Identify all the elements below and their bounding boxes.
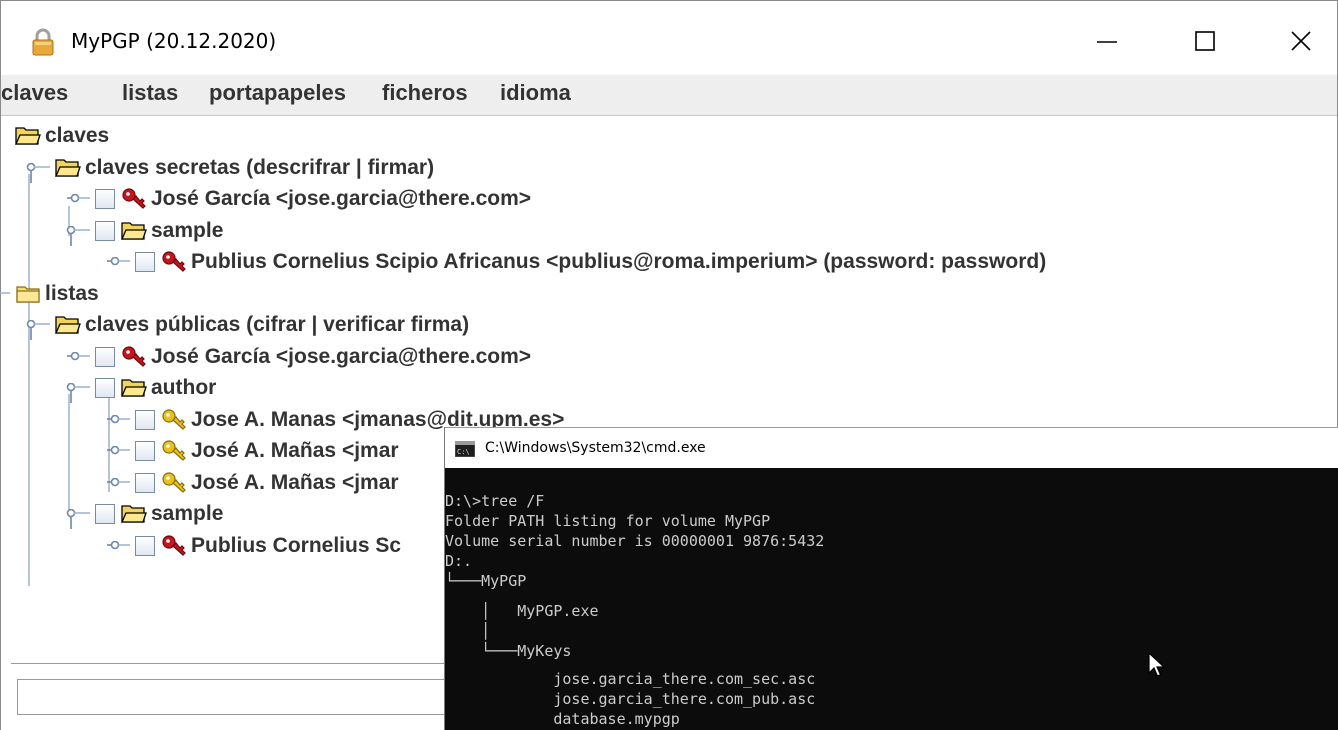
console-icon: C:\ [455, 441, 475, 457]
tree-node-label: Publius Cornelius Sc [191, 533, 402, 557]
expanded-handle-icon[interactable] [66, 225, 96, 253]
collapsed-handle-icon[interactable] [0, 289, 16, 316]
collapsed-handle-icon[interactable] [106, 414, 136, 442]
red-key-icon [121, 188, 147, 215]
collapsed-handle-icon[interactable] [66, 193, 96, 221]
collapsed-handle-icon[interactable] [106, 540, 136, 568]
open-folder-icon [54, 157, 81, 184]
cmd-line: database.mypgp [445, 710, 680, 728]
cmd-line: └───MyKeys [445, 642, 572, 660]
tree-node-label: José A. Mañas <jmar [191, 439, 399, 462]
tree-node-label: José García <jose.garcia@there.com> [151, 344, 532, 368]
minimize-button[interactable] [1084, 17, 1130, 63]
cmd-title: C:\Windows\System32\cmd.exe [485, 440, 706, 456]
node-checkbox[interactable] [135, 441, 155, 461]
node-checkbox[interactable] [95, 378, 115, 398]
cmd-line: jose.garcia_there.com_sec.asc [445, 670, 816, 688]
tree-node-label: author [151, 376, 217, 399]
open-folder-icon [120, 503, 147, 530]
cmd-line: D:. [445, 552, 473, 570]
menu-listas[interactable]: listas [122, 80, 178, 106]
maximize-icon [1195, 31, 1215, 51]
maximize-button[interactable] [1182, 17, 1228, 63]
status-field[interactable] [17, 679, 447, 715]
tree-node-label: José A. Mañas <jmar [191, 470, 399, 494]
tree-node-label: José García <jose.garcia@there.com> [151, 187, 532, 210]
node-checkbox[interactable] [95, 346, 115, 367]
collapsed-handle-icon[interactable] [106, 445, 136, 473]
closed-folder-icon [15, 283, 41, 310]
close-icon [1291, 31, 1311, 51]
red-key-icon [121, 345, 147, 373]
cmd-line: jose.garcia_there.com_pub.asc [445, 690, 816, 708]
expanded-handle-icon[interactable] [26, 162, 56, 190]
node-checkbox[interactable] [95, 189, 115, 209]
menu-idioma[interactable]: idioma [500, 80, 571, 106]
tree-node-label: sample [151, 218, 224, 242]
cmd-line: Folder PATH listing for volume MyPGP [445, 512, 771, 530]
open-folder-icon [54, 314, 81, 341]
node-checkbox[interactable] [135, 409, 155, 430]
node-checkbox[interactable] [95, 220, 115, 241]
collapsed-handle-icon[interactable] [106, 256, 136, 284]
tree-node-label: claves secretas (descrifrar | firmar) [85, 155, 435, 179]
expanded-handle-icon[interactable] [66, 382, 96, 410]
open-folder-icon [120, 377, 147, 404]
yellow-key-icon [161, 440, 187, 467]
node-checkbox[interactable] [135, 252, 155, 272]
close-button[interactable] [1278, 17, 1324, 63]
collapsed-handle-icon[interactable] [106, 477, 136, 505]
open-folder-icon [120, 220, 147, 247]
cmd-output[interactable]: D:\>tree /F Folder PATH listing for volu… [445, 467, 1338, 730]
yellow-key-icon [161, 408, 187, 436]
tree-node-label: listas [45, 281, 99, 305]
title-bar[interactable]: MyPGP (20.12.2020) [1, 1, 1337, 83]
collapsed-handle-icon[interactable] [66, 351, 96, 379]
tree-node-label: claves [45, 124, 110, 147]
cmd-line: D:\>tree /F [445, 492, 545, 510]
node-checkbox[interactable] [95, 504, 115, 524]
tree-node-label: Publius Cornelius Scipio Africanus <publ… [191, 250, 1047, 273]
window-title: MyPGP (20.12.2020) [71, 29, 277, 53]
cmd-line: Volume serial number is 00000001 9876:54… [445, 532, 825, 550]
expanded-handle-icon[interactable] [26, 319, 56, 347]
menu-portapapeles[interactable]: portapapeles [209, 80, 346, 106]
cmd-window[interactable]: C:\ C:\Windows\System32\cmd.exe D:\>tree… [444, 427, 1338, 730]
menu-claves[interactable]: claves [1, 80, 68, 106]
cmd-title-bar[interactable]: C:\ C:\Windows\System32\cmd.exe [445, 427, 1338, 468]
red-key-icon [161, 534, 187, 562]
tree-node-label: sample [151, 502, 224, 525]
cmd-line: └───MyPGP [445, 572, 527, 590]
open-folder-icon [14, 125, 41, 152]
node-checkbox[interactable] [135, 535, 155, 556]
tree-node-label: claves públicas (cifrar | verificar firm… [85, 313, 470, 336]
cmd-line: │ MyPGP.exe [445, 602, 599, 620]
svg-text:C:\: C:\ [457, 448, 470, 456]
menu-bar: claves listas portapapeles ficheros idio… [1, 75, 1337, 116]
red-key-icon [161, 251, 187, 278]
minimize-icon [1097, 41, 1117, 43]
yellow-key-icon [161, 471, 187, 499]
lock-icon [32, 28, 54, 56]
mouse-cursor-icon [1148, 652, 1166, 677]
node-checkbox[interactable] [135, 472, 155, 493]
expanded-handle-icon[interactable] [66, 508, 96, 536]
menu-ficheros[interactable]: ficheros [382, 80, 468, 106]
cmd-line: │ [445, 622, 491, 640]
